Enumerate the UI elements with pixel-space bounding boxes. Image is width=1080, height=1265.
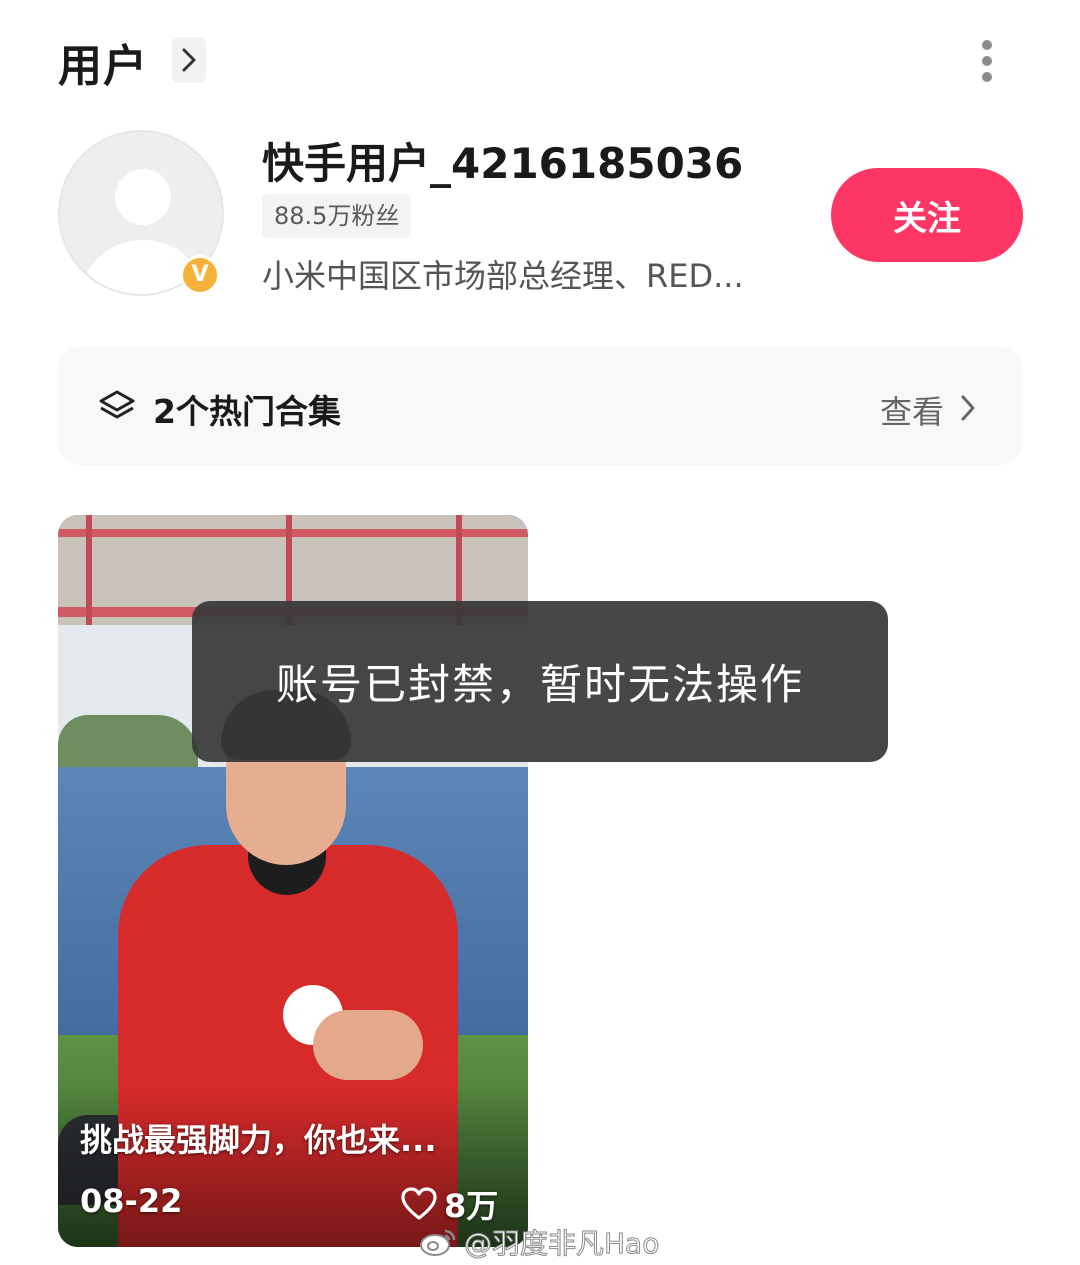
user-bio: 小米中国区市场部总经理、RED... xyxy=(262,257,744,295)
layers-icon xyxy=(99,390,135,419)
follow-button[interactable]: 关注 xyxy=(831,168,1023,262)
hot-collection-bar[interactable]: 2个热门合集 查看 xyxy=(58,347,1022,465)
heart-icon xyxy=(401,1187,437,1220)
chevron-right-icon xyxy=(182,48,196,72)
video-likes: 8万 xyxy=(400,1181,498,1227)
more-dots-icon xyxy=(982,40,992,50)
weibo-logo-icon xyxy=(420,1229,456,1256)
username[interactable]: 快手用户_4216185036 xyxy=(262,130,743,191)
avatar-head-shape xyxy=(115,169,171,225)
video-caption: 挑战最强脚力，你也来... xyxy=(80,1121,437,1159)
more-options-button[interactable] xyxy=(968,36,1006,86)
page-title: 用户 xyxy=(58,41,148,92)
ban-toast: 账号已封禁，暂时无法操作 xyxy=(192,601,888,762)
likes-count: 8万 xyxy=(444,1187,499,1225)
view-link[interactable]: 查看 xyxy=(880,387,944,433)
watermark-text: @羽度非凡Hao xyxy=(463,1227,660,1261)
fans-count: 88.5万粉丝 xyxy=(262,194,412,238)
watermark: @羽度非凡Hao xyxy=(418,1222,660,1262)
video-date: 08-22 xyxy=(80,1182,183,1220)
chevron-right-icon xyxy=(961,395,975,421)
collection-label: 2个热门合集 xyxy=(153,392,341,431)
verified-badge-icon: V xyxy=(180,255,220,295)
header-expand-button[interactable] xyxy=(172,37,206,83)
